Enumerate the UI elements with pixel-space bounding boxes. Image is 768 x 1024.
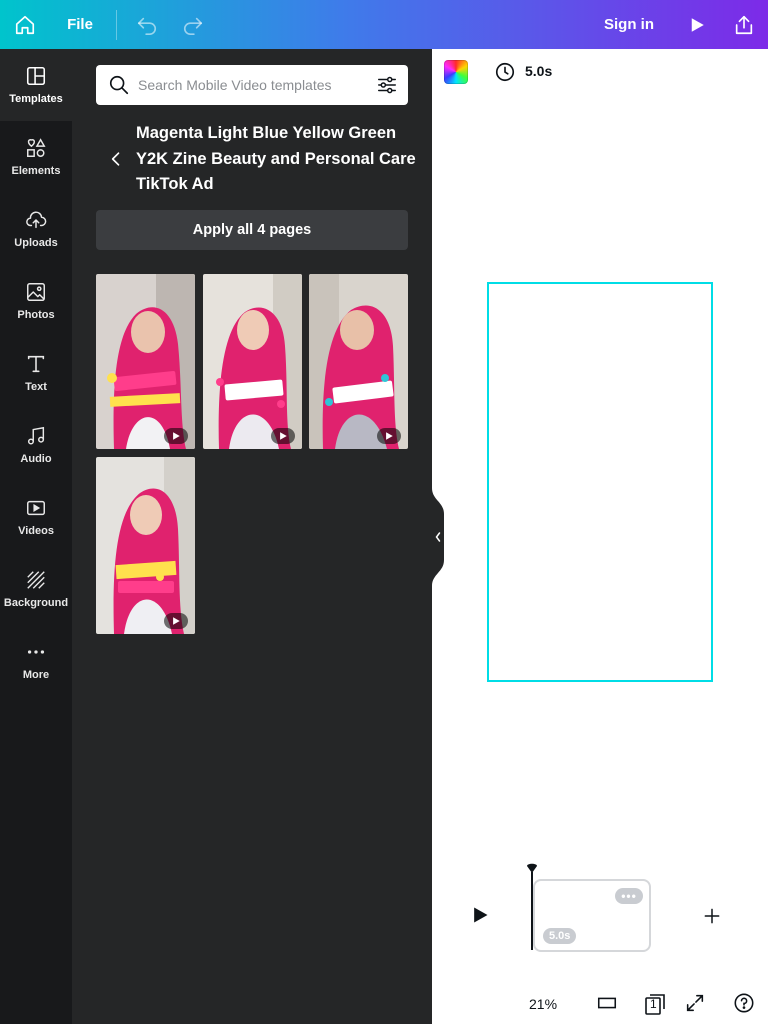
- redo-button[interactable]: [180, 0, 206, 49]
- templates-panel: Magenta Light Blue Yellow Green Y2K Zine…: [72, 49, 432, 1024]
- rail-item-audio[interactable]: Audio: [0, 409, 72, 481]
- clock-icon[interactable]: [494, 61, 516, 83]
- template-page-thumbnail[interactable]: [96, 457, 195, 634]
- rail-item-more[interactable]: More: [0, 625, 72, 697]
- page-count: 1: [650, 997, 657, 1011]
- apply-all-pages-button[interactable]: Apply all 4 pages: [96, 210, 408, 250]
- share-icon: [735, 15, 753, 34]
- play-icon: [280, 432, 287, 440]
- help-icon[interactable]: [733, 992, 755, 1014]
- play-icon: [386, 432, 393, 440]
- rail-item-videos[interactable]: Videos: [0, 481, 72, 553]
- background-hatch-icon: [27, 571, 45, 589]
- file-menu-button[interactable]: File: [56, 0, 104, 49]
- music-note-icon: [27, 426, 45, 445]
- play-icon: [173, 617, 180, 625]
- rail-item-label: Background: [3, 597, 69, 609]
- page-fit-icon[interactable]: [596, 992, 618, 1014]
- template-preview-image: [203, 274, 302, 449]
- rail-item-label: Templates: [9, 93, 63, 105]
- template-preview-image: [96, 457, 195, 634]
- topbar-divider: [116, 10, 117, 40]
- elements-icon: [27, 138, 46, 157]
- side-rail: Templates Elements Uploads Photos Text A…: [0, 49, 72, 1024]
- top-bar: File Sign in: [0, 0, 768, 49]
- play-icon: [691, 17, 704, 32]
- upload-cloud-icon: [26, 211, 47, 229]
- search-box: [96, 65, 408, 105]
- page-count-button[interactable]: 1: [643, 992, 667, 1015]
- video-badge: [164, 613, 188, 629]
- rail-item-label: Elements: [11, 165, 61, 177]
- filter-sliders-icon[interactable]: [376, 74, 398, 96]
- redo-icon: [184, 17, 203, 35]
- design-page-canvas[interactable]: [487, 282, 713, 682]
- video-icon: [27, 500, 45, 516]
- clip-duration-badge: 5.0s: [543, 928, 577, 944]
- present-button[interactable]: [684, 0, 710, 49]
- timeline-page-clip[interactable]: ••• 5.0s: [533, 879, 651, 952]
- rail-item-label: Videos: [18, 525, 54, 537]
- rail-item-label: Audio: [20, 453, 52, 465]
- video-badge: [164, 428, 188, 444]
- sign-in-button[interactable]: Sign in: [598, 0, 660, 49]
- text-icon: [27, 355, 45, 373]
- collapse-panel-handle[interactable]: [432, 488, 444, 586]
- color-picker-swatch[interactable]: [444, 60, 468, 84]
- template-preview-image: [96, 274, 195, 449]
- rail-item-photos[interactable]: Photos: [0, 265, 72, 337]
- undo-button[interactable]: [134, 0, 160, 49]
- template-title: Magenta Light Blue Yellow Green Y2K Zine…: [136, 124, 416, 193]
- page-duration-label[interactable]: 5.0s: [525, 63, 552, 79]
- video-badge: [271, 428, 295, 444]
- fullscreen-icon[interactable]: [684, 992, 706, 1014]
- back-chevron-icon[interactable]: [106, 149, 126, 169]
- zoom-level[interactable]: 21%: [529, 996, 557, 1012]
- template-page-thumbnail[interactable]: [309, 274, 408, 449]
- search-icon: [109, 75, 129, 95]
- templates-icon: [26, 66, 46, 86]
- template-page-thumbnail[interactable]: [96, 274, 195, 449]
- add-page-icon[interactable]: [702, 906, 722, 926]
- undo-icon: [137, 17, 156, 35]
- share-button[interactable]: [730, 0, 758, 49]
- rail-item-templates[interactable]: Templates: [0, 49, 72, 121]
- home-icon: [15, 15, 35, 34]
- rail-item-label: Photos: [17, 309, 55, 321]
- timeline-play-icon[interactable]: [470, 905, 490, 925]
- search-input[interactable]: [138, 73, 368, 97]
- rail-item-label: Uploads: [14, 237, 58, 249]
- template-preview-image: [309, 274, 408, 449]
- template-page-thumbnail[interactable]: [203, 274, 302, 449]
- rail-item-label: Text: [25, 381, 47, 393]
- more-dots-icon: [27, 650, 45, 654]
- rail-item-text[interactable]: Text: [0, 337, 72, 409]
- rail-item-uploads[interactable]: Uploads: [0, 193, 72, 265]
- rail-item-label: More: [22, 669, 50, 681]
- clip-more-button[interactable]: •••: [615, 888, 643, 904]
- play-icon: [173, 432, 180, 440]
- video-badge: [377, 428, 401, 444]
- photo-icon: [27, 283, 45, 301]
- rail-item-elements[interactable]: Elements: [0, 121, 72, 193]
- rail-item-background[interactable]: Background: [0, 553, 72, 625]
- home-button[interactable]: [8, 0, 42, 49]
